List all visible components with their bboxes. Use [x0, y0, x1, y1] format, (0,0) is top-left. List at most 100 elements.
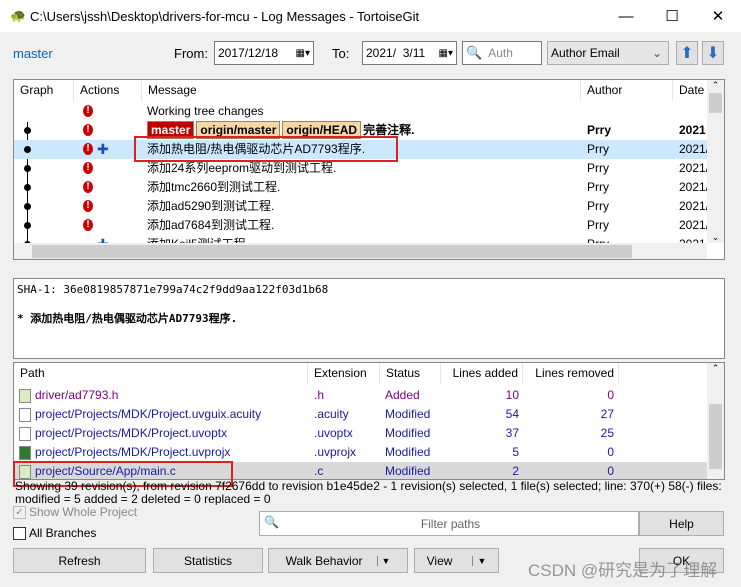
file-row[interactable]: project/Projects/MDK/Project.uvguix.acui…	[14, 405, 707, 424]
log-row[interactable]: ! Working tree changes	[14, 102, 707, 121]
watermark: CSDN @研究是为了理解	[528, 561, 718, 580]
commit-date: 2021/	[679, 142, 707, 156]
file-row[interactable]: project/Projects/MDK/Project.uvoptx .uvo…	[14, 424, 707, 443]
column-message[interactable]: Message	[142, 80, 581, 101]
arrow-up-button[interactable]: ⬆	[676, 41, 698, 65]
add-file-icon: ✚	[97, 141, 109, 157]
modified-warning-icon: !	[83, 200, 93, 212]
to-date-value: 2021/ 3/11	[366, 46, 426, 60]
modified-warning-icon: !	[83, 219, 93, 231]
arrow-down-button[interactable]: ⬇	[702, 41, 724, 65]
lines-removed: 25	[600, 426, 614, 440]
search-input[interactable]: 🔍 Auth	[462, 41, 542, 65]
checkbox-box	[13, 526, 26, 540]
file-extension: .uvoptx	[314, 426, 353, 440]
to-date-picker[interactable]: 2021/ 3/11 ▦▾	[362, 41, 457, 65]
view-button[interactable]: View ▼	[414, 548, 499, 573]
file-extension: .acuity	[314, 407, 349, 421]
column-lines-removed[interactable]: Lines removed	[523, 363, 619, 384]
commit-message-text: * 添加热电阻/热电偶驱动芯片AD7793程序.	[17, 312, 238, 325]
file-row[interactable]: driver/ad7793.h .h Added 10 0	[14, 386, 707, 405]
log-list[interactable]: Graph Actions Message Author Date ! Worki…	[13, 79, 725, 260]
commit-message: Working tree changes	[147, 102, 577, 121]
minimize-button[interactable]: —	[603, 0, 649, 32]
log-row[interactable]: ! 添加ad5290到测试工程. Prry 2021/	[14, 197, 707, 216]
show-whole-project-label: Show Whole Project	[29, 505, 138, 519]
file-row[interactable]: project/Projects/MDK/Project.uvprojx .uv…	[14, 443, 707, 462]
log-vertical-scrollbar[interactable]: ⌃ ⌄	[707, 80, 724, 243]
branch-link[interactable]: master	[13, 46, 53, 61]
column-graph[interactable]: Graph	[14, 80, 74, 101]
column-path[interactable]: Path	[14, 363, 308, 384]
close-button[interactable]: ✕	[695, 0, 741, 32]
modified-warning-icon: !	[83, 143, 93, 155]
graph-node	[24, 127, 31, 134]
message-text: 添加ad5290到测试工程.	[147, 199, 275, 213]
statistics-button[interactable]: Statistics	[153, 548, 263, 573]
search-field-value: Author Email	[551, 46, 620, 60]
dropdown-arrow-icon: ▼	[376, 555, 390, 566]
walk-behavior-label: Walk Behavior	[285, 553, 363, 568]
commit-author: Prry	[587, 218, 609, 232]
column-extension[interactable]: Extension	[308, 363, 380, 384]
column-author[interactable]: Author	[581, 80, 673, 101]
refresh-button[interactable]: Refresh	[13, 548, 146, 573]
search-icon: 🔍	[264, 515, 279, 529]
tortoise-icon: 🐢	[10, 8, 27, 23]
maximize-button[interactable]: ☐	[649, 0, 695, 32]
lines-added: 2	[512, 464, 519, 478]
calendar-icon: ▦▾	[295, 47, 310, 59]
file-extension: .h	[314, 388, 325, 402]
view-label: View	[426, 553, 453, 568]
file-path: project/Projects/MDK/Project.uvoptx	[19, 424, 227, 443]
modified-warning-icon: !	[83, 181, 93, 193]
from-date-value: 2017/12/18	[218, 46, 279, 60]
title-bar: 🐢 C:\Users\jssh\Desktop\drivers-for-mcu …	[0, 0, 741, 32]
from-label: From:	[174, 46, 208, 61]
message-text: 添加tmc2660到测试工程.	[147, 180, 281, 194]
column-actions[interactable]: Actions	[74, 80, 142, 101]
commit-date: 2021/	[679, 199, 707, 213]
file-icon	[19, 445, 31, 460]
search-placeholder: Auth	[488, 46, 513, 60]
commit-detail[interactable]: SHA-1: 36e0819857871e799a74c2f9dd9aa122f…	[13, 278, 725, 359]
chevron-down-icon: ⌄	[651, 46, 662, 60]
graph-node	[24, 146, 31, 153]
window-title: C:\Users\jssh\Desktop\drivers-for-mcu - …	[30, 8, 420, 24]
search-field-select[interactable]: Author Email ⌄	[547, 41, 669, 65]
column-status[interactable]: Status	[380, 363, 441, 384]
file-icon	[19, 388, 31, 403]
show-whole-project-checkbox[interactable]: ✓ Show Whole Project	[13, 505, 137, 519]
file-path: project/Projects/MDK/Project.uvguix.acui…	[19, 405, 261, 424]
help-button[interactable]: Help	[639, 511, 724, 536]
message-text: 添加ad7684到测试工程.	[147, 218, 275, 232]
commit-author: Prry	[587, 199, 609, 213]
file-extension: .c	[314, 464, 324, 478]
commit-message: 添加ad5290到测试工程.	[147, 197, 577, 216]
log-horizontal-scrollbar[interactable]	[14, 243, 707, 259]
commit-author: Prry	[587, 161, 609, 175]
files-vertical-scrollbar[interactable]: ⌃	[707, 363, 724, 479]
commit-author: Prry	[587, 123, 612, 137]
walk-behavior-button[interactable]: Walk Behavior ▼	[268, 548, 408, 573]
modified-warning-icon: !	[83, 162, 93, 174]
commit-date: 2021/	[679, 180, 707, 194]
lines-removed: 0	[607, 445, 614, 459]
file-path: driver/ad7793.h	[19, 386, 118, 405]
file-icon	[19, 407, 31, 422]
log-row[interactable]: ! 添加tmc2660到测试工程. Prry 2021/	[14, 178, 707, 197]
file-status: Added	[385, 388, 420, 402]
filter-paths-input[interactable]: 🔍 Filter paths	[259, 511, 639, 536]
lines-removed: 0	[607, 388, 614, 402]
file-extension: .uvprojx	[314, 445, 357, 459]
all-branches-checkbox[interactable]: All Branches	[13, 526, 96, 540]
column-lines-added[interactable]: Lines added	[441, 363, 523, 384]
commit-author: Prry	[587, 142, 609, 156]
log-row[interactable]: ! 添加ad7684到测试工程. Prry 2021/	[14, 216, 707, 235]
from-date-picker[interactable]: 2017/12/18 ▦▾	[214, 41, 314, 65]
graph-node	[24, 203, 31, 210]
dropdown-arrow-icon: ▼	[472, 555, 486, 566]
lines-added: 5	[512, 445, 519, 459]
message-text: 完善注释.	[363, 123, 415, 137]
commit-message: 添加tmc2660到测试工程.	[147, 178, 577, 197]
